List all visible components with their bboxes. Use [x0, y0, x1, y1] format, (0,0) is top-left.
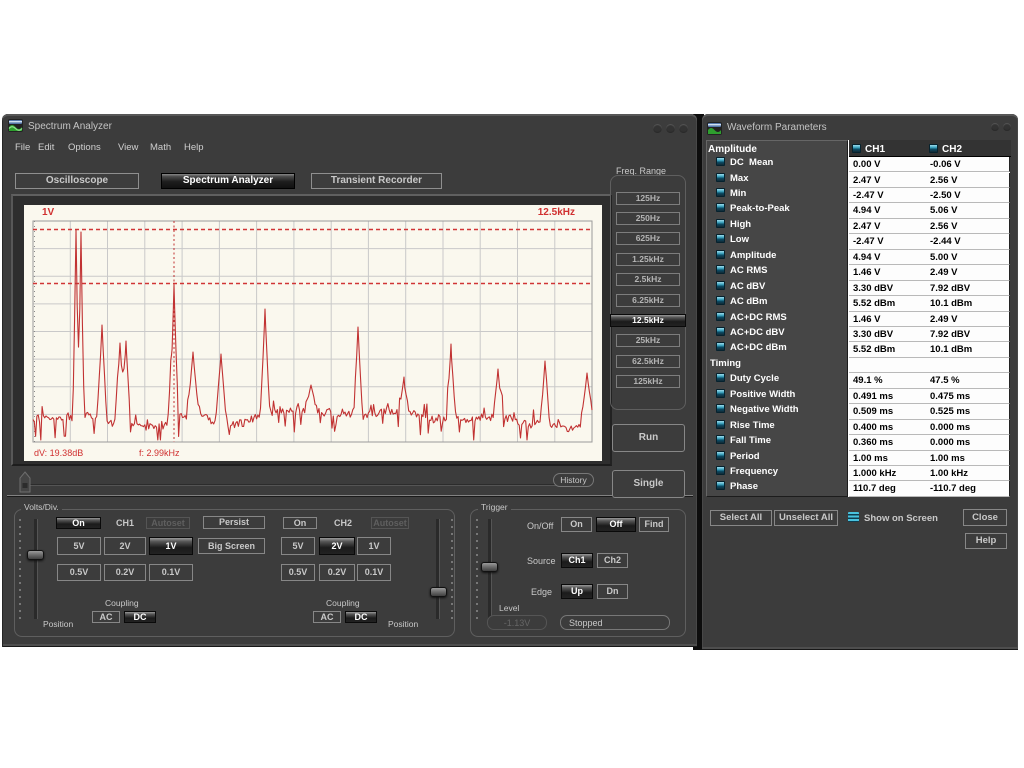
svg-text:f: 2.99kHz: f: 2.99kHz	[139, 448, 180, 458]
svg-text:dV: 19.38dB: dV: 19.38dB	[34, 448, 83, 458]
svg-text:1V: 1V	[42, 207, 55, 218]
svg-text:12.5kHz: 12.5kHz	[538, 207, 575, 218]
